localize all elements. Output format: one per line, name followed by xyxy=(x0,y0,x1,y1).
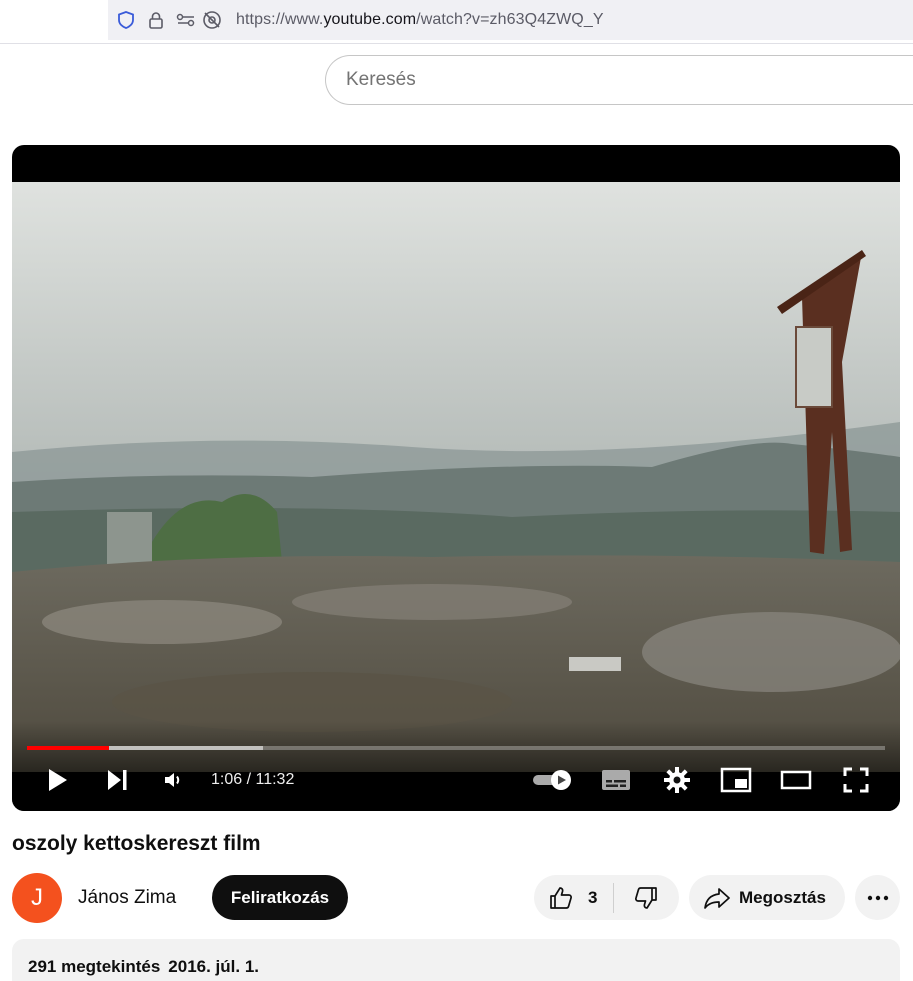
next-icon xyxy=(108,770,127,790)
avatar[interactable]: J xyxy=(12,873,62,923)
lock-icon[interactable] xyxy=(144,8,168,32)
player-controls: 1:06 / 11:32 xyxy=(12,760,900,800)
miniplayer-button[interactable] xyxy=(718,760,754,800)
upload-date: 2016. júl. 1. xyxy=(168,957,260,976)
progress-bar[interactable] xyxy=(27,746,885,750)
duration: 11:32 xyxy=(255,771,295,788)
search-input[interactable] xyxy=(346,69,913,91)
play-icon xyxy=(49,769,67,791)
more-dots-icon xyxy=(867,895,888,900)
autoplay-toggle[interactable] xyxy=(530,760,576,800)
dislike-button[interactable] xyxy=(614,875,678,920)
current-time: 1:06 xyxy=(211,771,243,788)
thumbs-down-icon xyxy=(635,886,657,909)
more-actions-button[interactable] xyxy=(855,875,900,920)
description-box[interactable]: 291 megtekintés 2016. júl. 1. xyxy=(12,939,900,981)
shield-icon[interactable] xyxy=(114,8,138,32)
permissions-icon[interactable] xyxy=(174,8,198,32)
theater-mode-icon xyxy=(780,770,812,790)
video-frame xyxy=(12,182,900,772)
avatar-initial: J xyxy=(31,884,43,911)
play-button[interactable] xyxy=(40,760,74,800)
subscribe-button[interactable]: Feliratkozás xyxy=(212,875,348,920)
miniplayer-icon xyxy=(720,767,752,793)
mute-button[interactable] xyxy=(156,760,190,800)
url-text[interactable]: https://www.youtube.com/watch?v=zh63Q4ZW… xyxy=(236,11,604,29)
theater-mode-button[interactable] xyxy=(778,760,814,800)
like-dislike-group: 3 xyxy=(534,875,679,920)
like-count: 3 xyxy=(588,887,598,907)
video-player[interactable]: 1:06 / 11:32 xyxy=(12,145,900,811)
like-button[interactable]: 3 xyxy=(534,875,613,920)
channel-name[interactable]: János Zima xyxy=(78,887,176,909)
view-count: 291 megtekintés xyxy=(28,957,161,976)
toolbar-divider xyxy=(0,43,913,44)
browser-address-bar[interactable]: https://www.youtube.com/watch?v=zh63Q4ZW… xyxy=(108,0,913,40)
subtitles-button[interactable] xyxy=(598,760,634,800)
share-button[interactable]: Megosztás xyxy=(689,875,845,920)
fullscreen-button[interactable] xyxy=(838,760,874,800)
search-box[interactable] xyxy=(325,55,913,105)
share-arrow-icon xyxy=(704,887,730,909)
settings-button[interactable] xyxy=(659,760,695,800)
volume-icon xyxy=(165,773,180,787)
time-display: 1:06 / 11:32 xyxy=(211,771,295,788)
video-title: oszoly kettoskereszt film xyxy=(12,832,261,855)
tracking-off-icon[interactable] xyxy=(200,8,224,32)
share-label: Megosztás xyxy=(739,887,826,907)
next-button[interactable] xyxy=(100,760,134,800)
subtitles-icon xyxy=(602,770,630,790)
progress-played xyxy=(27,746,109,750)
fullscreen-icon xyxy=(843,767,869,793)
thumbs-up-icon xyxy=(550,886,572,909)
settings-gear-icon xyxy=(664,767,690,793)
